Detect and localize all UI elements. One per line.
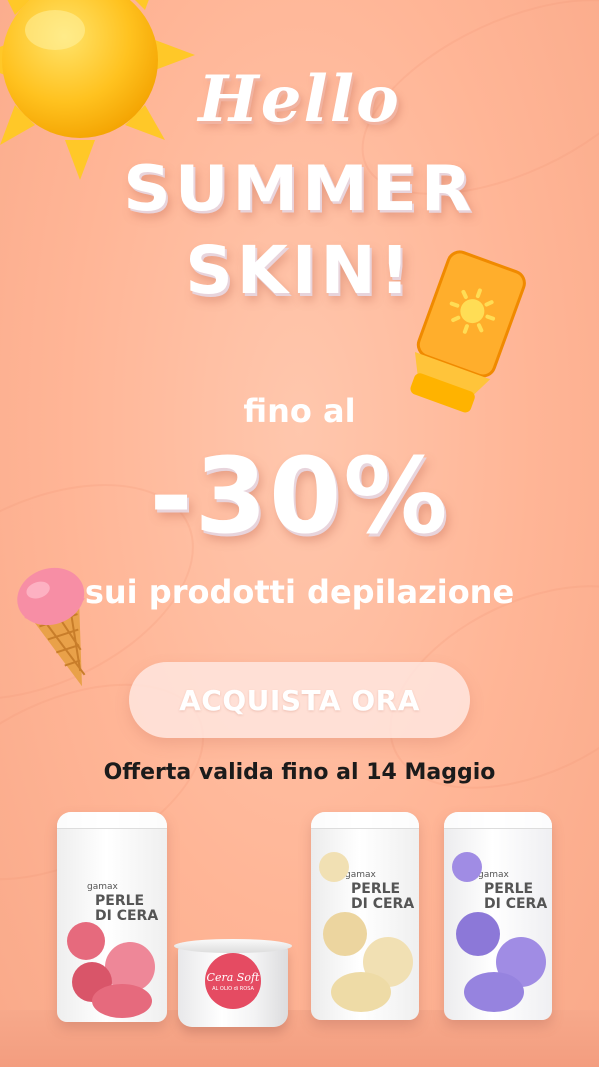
offer-validity-text: Offerta valida fino al 14 Maggio: [103, 760, 496, 785]
product-title-line2: DI CERA: [351, 896, 415, 912]
pouch-seal: [444, 812, 552, 829]
discount-value: -30%: [149, 435, 450, 557]
summer-heading: SUMMER: [123, 151, 476, 226]
product-title-line2: DI CERA: [484, 896, 548, 912]
product-pouch-purple[interactable]: gamax PERLE DI CERA: [444, 812, 552, 1020]
product-title-line1: PERLE: [95, 893, 145, 909]
pouch-seal: [57, 812, 167, 829]
product-brand: gamax: [87, 882, 118, 892]
discount-prefix: fino al: [243, 392, 356, 430]
bead-cluster: [323, 912, 367, 956]
promo-banner: Hello SUMMER SKIN! fino al -30% sui prod…: [0, 0, 599, 1067]
jar-subtitle: AL OLIO di ROSA: [212, 986, 254, 992]
product-title: PERLE DI CERA: [95, 894, 158, 924]
product-title: PERLE DI CERA: [484, 882, 547, 912]
product-pouch-pink[interactable]: gamax PERLE DI CERA: [57, 812, 167, 1022]
bead-cluster: [452, 852, 482, 882]
product-jar-cera-soft[interactable]: Cera Soft AL OLIO di ROSA: [174, 939, 292, 1029]
bead-cluster: [92, 984, 152, 1018]
product-title-line1: PERLE: [484, 881, 534, 897]
subtitle-rest: prodotti depilazione: [137, 573, 515, 611]
product-title: PERLE DI CERA: [351, 882, 414, 912]
jar-title: Cera Soft: [206, 971, 260, 984]
product-title-line2: DI CERA: [95, 908, 159, 924]
bead-cluster: [67, 922, 105, 960]
product-brand: gamax: [345, 870, 376, 880]
bead-cluster: [331, 972, 391, 1012]
jar-label: Cera Soft AL OLIO di ROSA: [205, 953, 261, 1009]
hello-heading: Hello: [198, 62, 401, 137]
jar-lid: [174, 939, 292, 953]
bead-cluster: [456, 912, 500, 956]
product-pouch-cream[interactable]: gamax PERLE DI CERA: [311, 812, 419, 1020]
sunscreen-tube-icon: [410, 250, 526, 413]
shop-now-button[interactable]: ACQUISTA ORA: [129, 662, 470, 738]
product-title-line1: PERLE: [351, 881, 401, 897]
discount-subtitle: sui prodotti depilazione: [0, 573, 599, 611]
pouch-seal: [311, 812, 419, 829]
bead-cluster: [464, 972, 524, 1012]
subtitle-highlight: sui: [84, 573, 138, 611]
product-brand: gamax: [478, 870, 509, 880]
bead-cluster: [319, 852, 349, 882]
